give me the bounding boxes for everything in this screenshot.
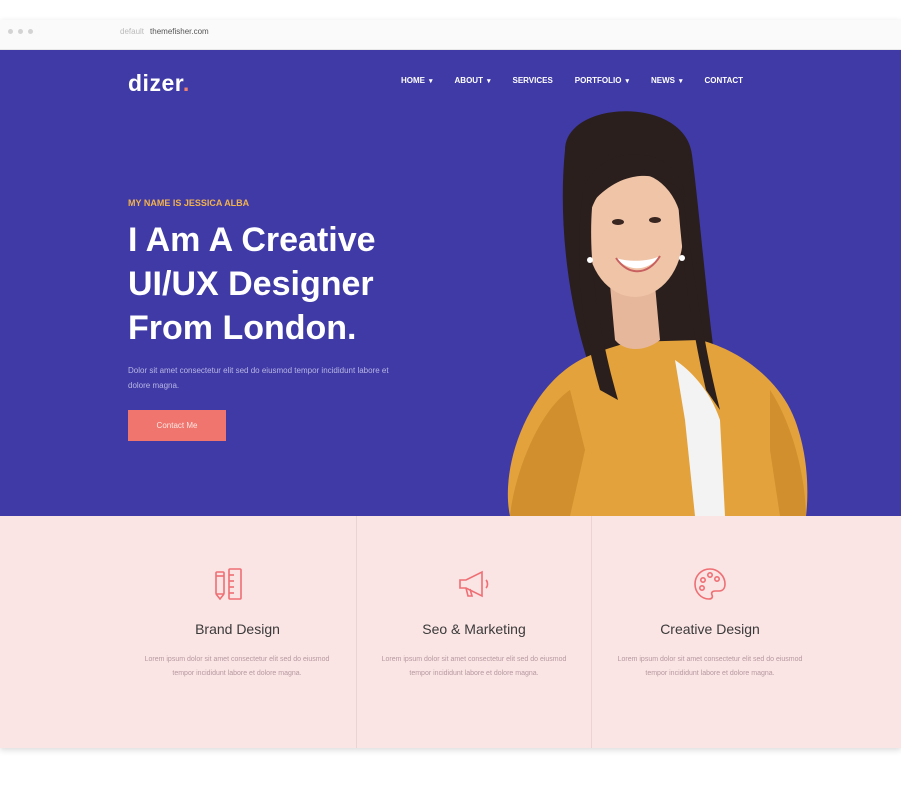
url-domain: themefisher.com xyxy=(150,27,209,36)
nav-item-news[interactable]: NEWS ▾ xyxy=(651,76,683,85)
headline-line: UI/UX Designer xyxy=(128,265,374,303)
service-title: Brand Design xyxy=(195,621,280,637)
nav-item-services[interactable]: SERVICES xyxy=(512,76,552,85)
service-text: Lorem ipsum dolor sit amet consectetur e… xyxy=(144,656,330,677)
nav-label: SERVICES xyxy=(512,76,553,85)
nav-label: PORTFOLIO xyxy=(574,76,622,85)
headline-line: I Am A Creative xyxy=(128,221,376,259)
nav-item-contact[interactable]: CONTACT xyxy=(705,76,744,85)
chevron-down-icon: ▾ xyxy=(486,77,491,85)
service-card: Brand Design Lorem ipsum dolor sit amet … xyxy=(0,516,357,748)
service-title: Seo & Marketing xyxy=(422,621,526,637)
address-bar[interactable]: default themefisher.com xyxy=(120,27,209,36)
site-logo[interactable]: dizer. xyxy=(128,70,190,97)
browser-toolbar: default themefisher.com xyxy=(0,20,901,50)
nav-item-home[interactable]: HOME ▾ xyxy=(401,76,433,85)
services-section: Brand Design Lorem ipsum dolor sit amet … xyxy=(0,516,901,748)
nav-label: HOME xyxy=(401,76,425,85)
nav-item-about[interactable]: ABOUT ▾ xyxy=(455,76,491,85)
main-nav: HOME ▾ ABOUT ▾ SERVICES PORTFOLIO ▾ NEWS ▾ C… xyxy=(401,76,743,85)
chevron-down-icon: ▾ xyxy=(678,77,683,85)
close-dot-icon[interactable] xyxy=(8,29,13,34)
logo-dot: . xyxy=(182,70,190,96)
chevron-down-icon: ▾ xyxy=(625,77,629,85)
nav-label: NEWS xyxy=(650,76,675,85)
maximize-dot-icon[interactable] xyxy=(28,29,33,34)
service-text: Lorem ipsum dolor sit amet consectetur e… xyxy=(381,656,567,677)
service-card: Seo & Marketing Lorem ipsum dolor sit am… xyxy=(357,516,592,748)
browser-window: default themefisher.com dizer. HOME ▾ ABO… xyxy=(0,20,901,748)
hero-section: dizer. HOME ▾ ABOUT ▾ SERVICES PORTFOLIO ▾ … xyxy=(0,50,901,516)
service-title: Creative Design xyxy=(660,621,760,637)
nav-label: CONTACT xyxy=(704,76,744,85)
nav-item-portfolio[interactable]: PORTFOLIO ▾ xyxy=(575,76,629,85)
service-text: Lorem ipsum dolor sit amet consectetur e… xyxy=(617,656,803,677)
chevron-down-icon: ▾ xyxy=(429,77,433,85)
service-card: Creative Design Lorem ipsum dolor sit am… xyxy=(592,516,901,748)
pencil-ruler-icon xyxy=(215,568,242,601)
headline-line: From London. xyxy=(128,309,357,347)
nav-label: ABOUT xyxy=(454,76,483,85)
hero-tagline: MY NAME IS JESSICA ALBA xyxy=(128,198,250,208)
contact-me-button[interactable]: Contact Me xyxy=(128,410,226,441)
window-controls xyxy=(8,29,33,34)
logo-text: dizer xyxy=(128,70,183,96)
megaphone-icon xyxy=(459,570,489,598)
hero-portrait-image xyxy=(507,111,808,516)
hero-description: Dolor sit amet consectetur elit sed do e… xyxy=(128,366,389,390)
hero-headline: I Am A Creative UI/UX Designer From Lond… xyxy=(128,218,458,350)
minimize-dot-icon[interactable] xyxy=(18,29,23,34)
url-badge: default xyxy=(120,27,145,36)
palette-icon xyxy=(694,568,726,600)
